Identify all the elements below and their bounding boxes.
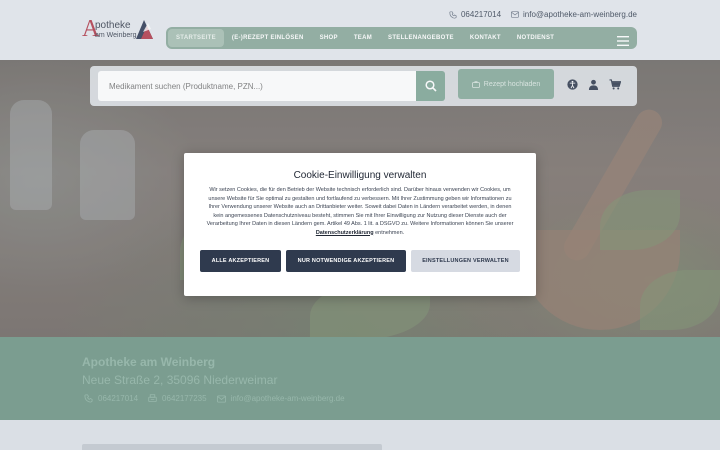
privacy-policy-link[interactable]: Datenschutzerklärung	[316, 230, 374, 236]
cookie-dialog-body: Wir setzen Cookies, die für den Betrieb …	[206, 187, 514, 227]
manage-settings-button[interactable]: EINSTELLUNGEN VERWALTEN	[411, 250, 520, 272]
cookie-consent-dialog: Cookie-Einwilligung verwalten Wir setzen…	[184, 153, 536, 296]
accept-all-button[interactable]: ALLE AKZEPTIEREN	[200, 250, 281, 272]
cookie-dialog-text: Wir setzen Cookies, die für den Betrieb …	[206, 186, 514, 237]
cookie-dialog-body-end: entnehmen.	[375, 229, 405, 236]
cookie-dialog-title: Cookie-Einwilligung verwalten	[293, 170, 427, 181]
accept-necessary-button[interactable]: NUR NOTWENDIGE AKZEPTIEREN	[286, 250, 406, 272]
